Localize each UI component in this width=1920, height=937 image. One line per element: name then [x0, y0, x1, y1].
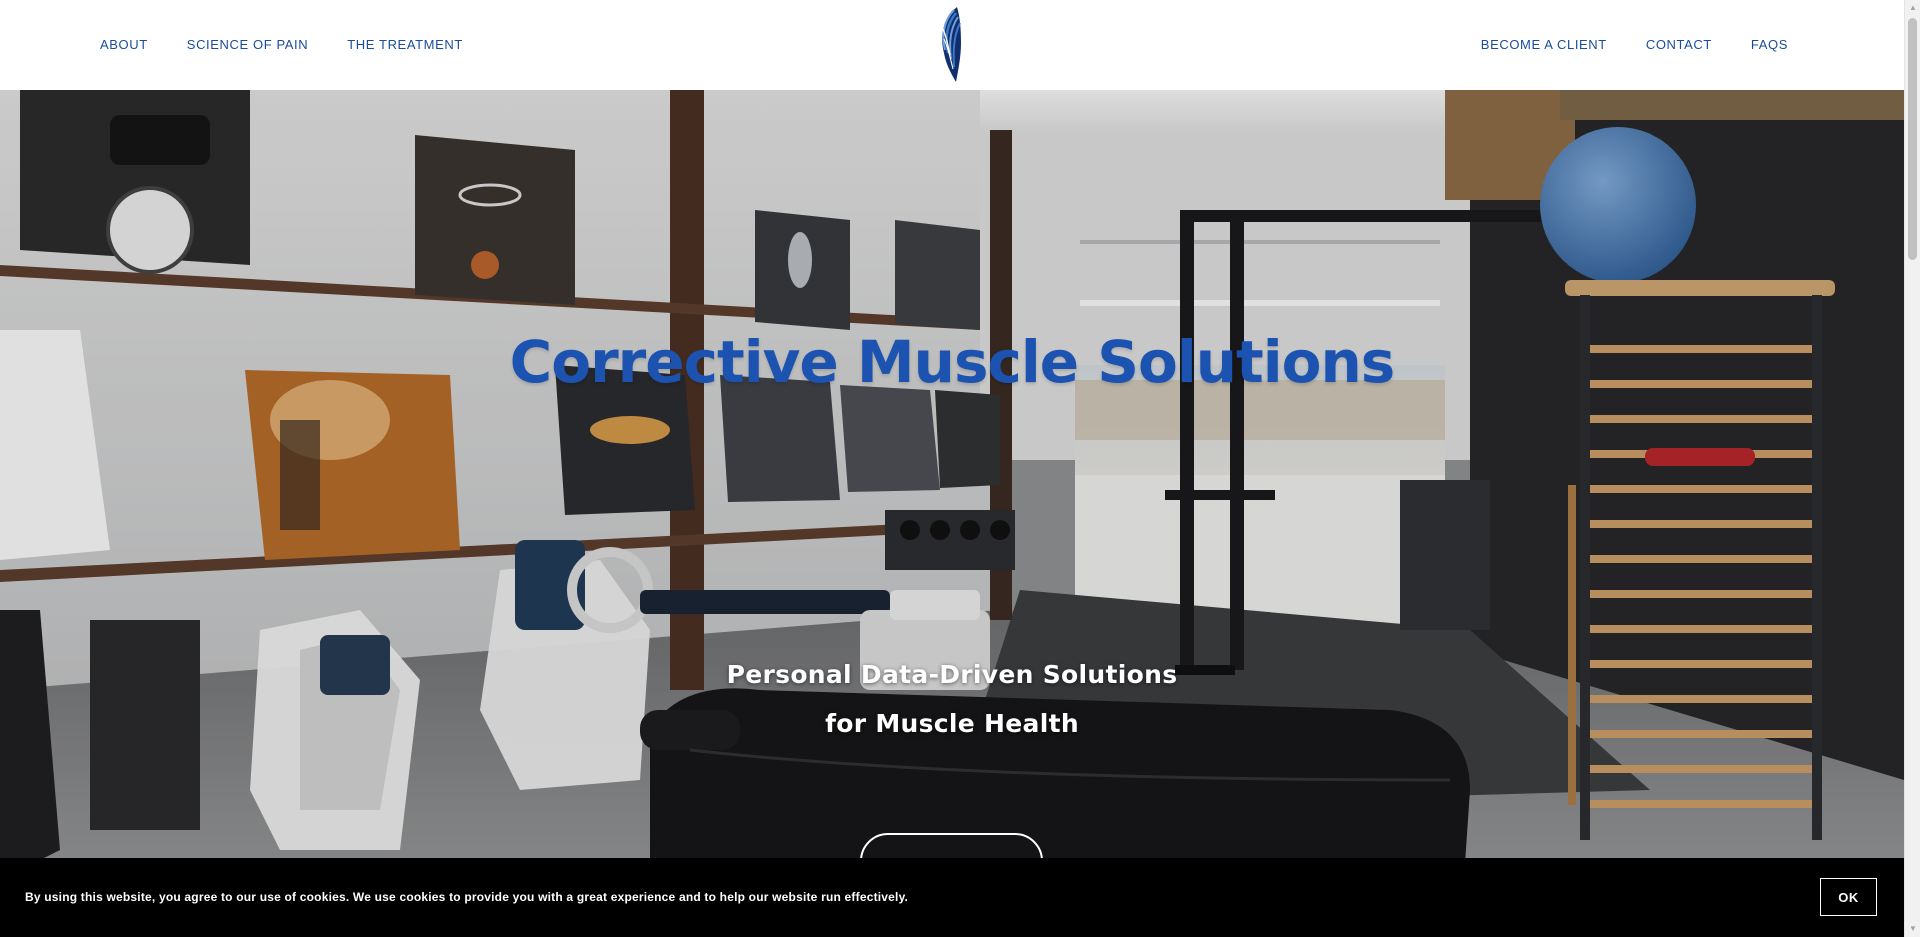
hero-subtitle-line-2: for Muscle Health	[825, 709, 1079, 738]
nav-link-become-a-client[interactable]: BECOME A CLIENT	[1481, 37, 1607, 53]
nav-link-about[interactable]: ABOUT	[100, 37, 148, 53]
scroll-up-icon[interactable]: ▲	[1905, 0, 1920, 16]
hero-subtitle: Personal Data-Driven Solutions for Muscl…	[0, 650, 1904, 748]
primary-nav-left: ABOUT SCIENCE OF PAIN THE TREATMENT	[100, 37, 463, 53]
feather-logo-icon[interactable]	[930, 5, 970, 85]
cookie-banner: By using this website, you agree to our …	[0, 858, 1904, 937]
scroll-thumb[interactable]	[1908, 18, 1917, 260]
gym-interior-photo	[0, 90, 1904, 937]
scroll-down-icon[interactable]: ▼	[1905, 921, 1920, 937]
primary-nav-right: BECOME A CLIENT CONTACT FAQS	[1481, 37, 1788, 53]
nav-link-faqs[interactable]: FAQS	[1751, 37, 1788, 53]
site-header: ABOUT SCIENCE OF PAIN THE TREATMENT BECO…	[0, 0, 1904, 90]
page-scrollbar[interactable]: ▲ ▼	[1904, 0, 1920, 937]
hero-section: Corrective Muscle Solutions Personal Dat…	[0, 90, 1904, 937]
nav-link-contact[interactable]: CONTACT	[1646, 37, 1712, 53]
hero-title: Corrective Muscle Solutions	[509, 328, 1396, 396]
hero-subtitle-line-1: Personal Data-Driven Solutions	[726, 660, 1178, 689]
cookie-ok-button[interactable]: OK	[1820, 878, 1877, 916]
nav-link-science-of-pain[interactable]: SCIENCE OF PAIN	[187, 37, 308, 53]
nav-link-the-treatment[interactable]: THE TREATMENT	[347, 37, 463, 53]
cookie-message: By using this website, you agree to our …	[25, 890, 909, 904]
